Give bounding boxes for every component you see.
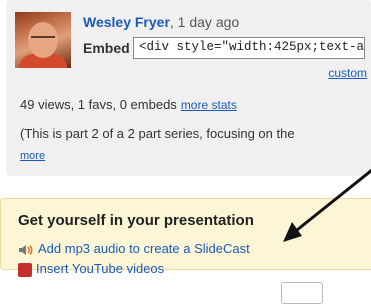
overlay-widget[interactable] (281, 282, 323, 304)
annotation-arrow (283, 168, 371, 242)
